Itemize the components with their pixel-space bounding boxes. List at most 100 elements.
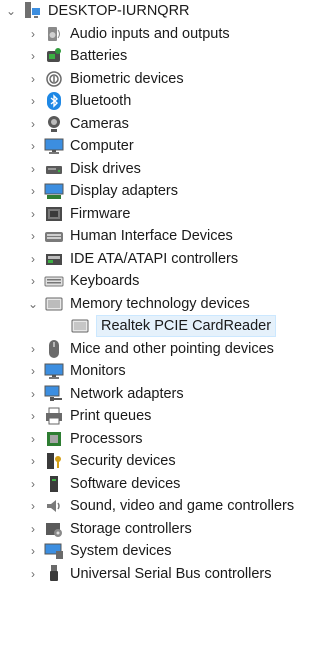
tree-item-cameras[interactable]: › Cameras [28, 113, 129, 135]
chevron-right-icon[interactable]: › [28, 229, 38, 243]
tree-item-label: Realtek PCIE CardReader [96, 315, 277, 337]
firmware-icon [44, 204, 64, 224]
chevron-down-icon[interactable]: ⌄ [28, 297, 38, 311]
security-device-icon [44, 451, 64, 471]
tree-item-human-interface-devices[interactable]: › Human Interface Devices [28, 225, 233, 247]
tree-item-universal-serial-bus-controllers[interactable]: › Universal Serial Bus controllers [28, 563, 271, 585]
tree-item-label: Cameras [70, 115, 129, 132]
card-reader-icon [70, 316, 90, 336]
chevron-right-icon[interactable]: › [28, 184, 38, 198]
chevron-right-icon[interactable]: › [28, 477, 38, 491]
chevron-right-icon[interactable]: › [28, 544, 38, 558]
tree-item-label: Disk drives [70, 160, 141, 177]
tree-item-label: Display adapters [70, 183, 178, 199]
chevron-right-icon[interactable]: › [28, 27, 38, 41]
storage-controller-icon [44, 519, 64, 539]
system-devices-icon [44, 541, 64, 561]
tree-item-label: Security devices [70, 453, 176, 469]
chevron-right-icon[interactable]: › [28, 139, 38, 153]
tree-item-label: Network adapters [70, 385, 184, 402]
printer-icon [44, 406, 64, 426]
tree-item-sound-video-and-game-controllers[interactable]: › Sound, video and game controllers [28, 495, 294, 517]
tree-item-storage-controllers[interactable]: › Storage controllers [28, 518, 192, 540]
tree-item-label: System devices [70, 543, 172, 559]
chevron-right-icon[interactable]: › [28, 522, 38, 536]
tree-item-computer[interactable]: › Computer [28, 135, 134, 157]
hid-icon [44, 226, 64, 246]
tree-item-label: Firmware [70, 205, 131, 222]
keyboard-icon [44, 271, 64, 291]
tree-item-ide-ata-atapi-controllers[interactable]: › IDE ATA/ATAPI controllers [28, 248, 238, 270]
tree-item-disk-drives[interactable]: › Disk drives [28, 158, 141, 180]
processor-icon [44, 429, 64, 449]
chevron-right-icon[interactable]: › [28, 207, 38, 221]
memory-device-icon [44, 294, 64, 314]
tree-item-label: Monitors [70, 363, 126, 379]
chevron-right-icon[interactable]: › [28, 72, 38, 86]
chevron-right-icon[interactable]: › [28, 162, 38, 176]
tree-item-label: Bluetooth [70, 93, 132, 109]
mouse-icon [44, 339, 64, 359]
chevron-down-icon[interactable]: ⌄ [6, 4, 16, 18]
tree-item-label: Biometric devices [70, 70, 184, 87]
chevron-right-icon[interactable]: › [28, 252, 38, 266]
software-device-icon [44, 474, 64, 494]
tree-item-label: Memory technology devices [70, 295, 250, 312]
fingerprint-icon [44, 69, 64, 89]
tree-item-monitors[interactable]: › Monitors [28, 360, 126, 382]
tree-item-label: Sound, video and game controllers [70, 498, 295, 514]
tree-item-display-adapters[interactable]: › Display adapters [28, 180, 178, 202]
tree-item-firmware[interactable]: › Firmware [28, 203, 130, 225]
ide-controller-icon [44, 249, 64, 269]
tree-item-label: Mice and other pointing devices [70, 340, 274, 357]
tree-item-software-devices[interactable]: › Software devices [28, 473, 180, 495]
tree-child-realtek-pcie-cardreader[interactable]: Realtek PCIE CardReader [70, 315, 277, 337]
tree-root-computer[interactable]: ⌄ DESKTOP-IURNQRR [6, 0, 190, 22]
tree-item-label: DESKTOP-IURNQRR [48, 3, 190, 19]
tree-item-security-devices[interactable]: › Security devices [28, 450, 176, 472]
tree-item-print-queues[interactable]: › Print queues [28, 405, 151, 427]
chevron-right-icon[interactable]: › [28, 567, 38, 581]
tree-item-label: Processors [70, 430, 143, 447]
chevron-right-icon[interactable]: › [28, 342, 38, 356]
chevron-right-icon[interactable]: › [28, 499, 38, 513]
tree-item-bluetooth[interactable]: › Bluetooth [28, 90, 131, 112]
chevron-right-icon[interactable]: › [28, 274, 38, 288]
camera-icon [44, 114, 64, 134]
monitor-icon [44, 136, 64, 156]
tree-item-system-devices[interactable]: › System devices [28, 540, 172, 562]
tree-item-network-adapters[interactable]: › Network adapters [28, 383, 184, 405]
tree-item-label: Human Interface Devices [70, 228, 233, 244]
chevron-right-icon[interactable]: › [28, 94, 38, 108]
tree-item-label: Print queues [70, 408, 152, 424]
chevron-right-icon[interactable]: › [28, 49, 38, 63]
usb-icon [44, 564, 64, 584]
chevron-right-icon[interactable]: › [28, 364, 38, 378]
tree-item-label: Keyboards [70, 273, 140, 289]
tree-item-label: Audio inputs and outputs [70, 25, 230, 42]
display-adapter-icon [44, 181, 64, 201]
sound-controller-icon [44, 496, 64, 516]
chevron-right-icon[interactable]: › [28, 387, 38, 401]
chevron-right-icon[interactable]: › [28, 432, 38, 446]
network-icon [44, 384, 64, 404]
tree-item-label: Universal Serial Bus controllers [70, 565, 272, 582]
tree-item-keyboards[interactable]: › Keyboards [28, 270, 139, 292]
chevron-right-icon[interactable]: › [28, 409, 38, 423]
chevron-right-icon[interactable]: › [28, 454, 38, 468]
computer-root-icon [22, 1, 42, 21]
chevron-right-icon[interactable]: › [28, 117, 38, 131]
tree-item-audio-inputs-and-outputs[interactable]: › Audio inputs and outputs [28, 23, 230, 45]
speaker-icon [44, 24, 64, 44]
tree-item-label: Storage controllers [70, 520, 192, 537]
tree-item-memory-technology-devices[interactable]: ⌄ Memory technology devices [28, 293, 250, 315]
battery-icon [44, 46, 64, 66]
tree-item-mice-and-other-pointing-devices[interactable]: › Mice and other pointing devices [28, 338, 274, 360]
tree-item-biometric-devices[interactable]: › Biometric devices [28, 68, 184, 90]
tree-item-batteries[interactable]: › Batteries [28, 45, 127, 67]
tree-item-processors[interactable]: › Processors [28, 428, 143, 450]
monitor-icon [44, 361, 64, 381]
tree-item-label: Batteries [70, 48, 128, 64]
bluetooth-icon [44, 91, 64, 111]
tree-item-label: Computer [70, 138, 134, 154]
